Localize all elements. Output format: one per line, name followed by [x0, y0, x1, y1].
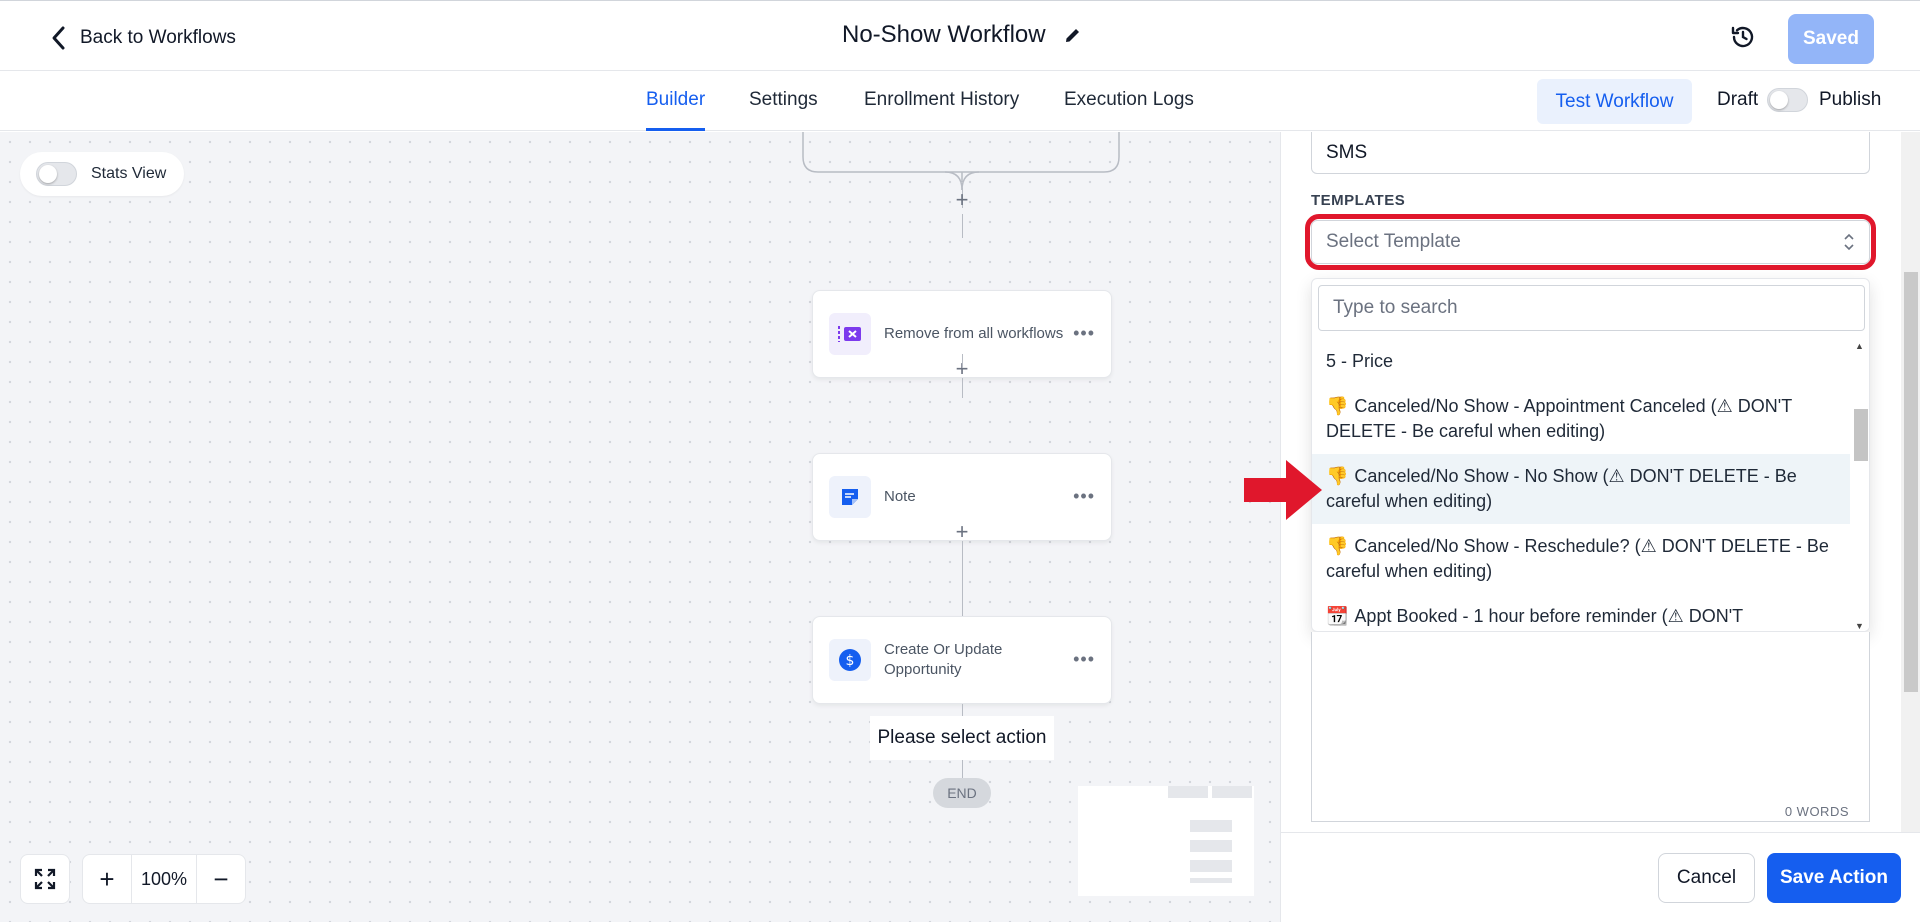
thumbs-down-icon: 👎	[1326, 396, 1349, 416]
workflow-title: No-Show Workflow	[842, 21, 1046, 48]
dollar-icon: $	[829, 639, 871, 681]
cancel-button[interactable]: Cancel	[1658, 853, 1755, 903]
expand-icon	[34, 868, 56, 890]
panel-scrollbar[interactable]	[1901, 132, 1920, 832]
template-option-highlighted[interactable]: 👎 Canceled/No Show - No Show (⚠ DON'T DEL…	[1312, 454, 1850, 524]
fit-view-button[interactable]	[20, 854, 70, 904]
toggle-knob	[39, 165, 57, 183]
action-settings-panel: SMS TEMPLATES Select Template Type to se…	[1280, 132, 1920, 922]
word-count: 0 WORDS	[1784, 804, 1849, 819]
minimap[interactable]	[1078, 786, 1254, 896]
annotation-arrow-icon	[1244, 460, 1322, 520]
zoom-controls: + 100% −	[20, 854, 246, 904]
template-search-input[interactable]: Type to search	[1318, 285, 1865, 331]
scroll-up-icon[interactable]: ▲	[1855, 341, 1864, 351]
tab-bar: Builder Settings Enrollment History Exec…	[0, 71, 1920, 131]
end-marker: END	[933, 778, 991, 808]
connector-line	[962, 541, 963, 616]
back-to-workflows-link[interactable]: Back to Workflows	[48, 25, 236, 51]
template-option[interactable]: 👎 Canceled/No Show - Reschedule? (⚠ DON'T…	[1312, 524, 1850, 594]
more-options-icon[interactable]: •••	[1073, 649, 1095, 670]
template-option[interactable]: 👎 Canceled/No Show - Appointment Canceled…	[1312, 384, 1850, 454]
node-label: Note	[884, 488, 916, 505]
templates-label: TEMPLATES	[1311, 192, 1406, 209]
option-text: 5 - Price	[1326, 351, 1394, 371]
tab-builder[interactable]: Builder	[646, 89, 705, 111]
minimap-block	[1190, 860, 1232, 872]
active-tab-indicator	[646, 128, 705, 131]
zoom-level: 100%	[131, 855, 197, 903]
publish-label: Publish	[1819, 89, 1882, 110]
stats-view-label: Stats View	[91, 165, 167, 182]
stats-view-toggle[interactable]: Stats View	[20, 152, 184, 196]
template-select[interactable]: Select Template	[1311, 220, 1870, 264]
option-text: Canceled/No Show - Appointment Canceled …	[1326, 396, 1792, 441]
chevron-left-icon	[52, 26, 65, 50]
workflow-canvas[interactable]: Stats View + Remove from all workflows •…	[0, 132, 1280, 922]
minus-icon: −	[213, 863, 229, 894]
template-option[interactable]: 5 - Price	[1312, 339, 1850, 384]
connector-line	[962, 214, 963, 238]
pencil-icon[interactable]	[1064, 26, 1082, 44]
select-caret-icon	[1844, 233, 1854, 251]
zoom-in-button[interactable]: +	[83, 855, 131, 903]
minimap-block	[1190, 878, 1232, 883]
top-header: Back to Workflows No-Show Workflow Saved	[0, 0, 1920, 71]
save-action-button[interactable]: Save Action	[1767, 853, 1901, 903]
tab-enrollment-history[interactable]: Enrollment History	[864, 89, 1019, 111]
channel-field[interactable]: SMS	[1311, 132, 1870, 174]
option-text: Canceled/No Show - Reschedule? (⚠ DON'T …	[1326, 536, 1829, 581]
tab-settings[interactable]: Settings	[749, 89, 818, 111]
template-select-placeholder: Select Template	[1326, 231, 1461, 252]
zoom-out-button[interactable]: −	[197, 855, 245, 903]
saved-button[interactable]: Saved	[1788, 14, 1874, 64]
node-create-or-update-opportunity[interactable]: $ Create Or Update Opportunity •••	[812, 616, 1112, 704]
plus-icon: +	[99, 863, 115, 894]
thumbs-down-icon: 👎	[1326, 466, 1349, 486]
option-text: Canceled/No Show - No Show (⚠ DON'T DELE…	[1326, 466, 1797, 511]
more-options-icon[interactable]: •••	[1073, 323, 1095, 344]
add-step-plus-icon[interactable]: +	[952, 187, 972, 213]
note-icon	[829, 476, 871, 518]
minimap-block	[1190, 820, 1232, 832]
calendar-icon: 📆	[1326, 606, 1349, 626]
back-label: Back to Workflows	[80, 27, 236, 48]
template-dropdown: Type to search 5 - Price 👎 Canceled/No Sh…	[1311, 278, 1870, 632]
minimap-block	[1212, 786, 1252, 798]
please-select-action-placeholder[interactable]: Please select action	[870, 716, 1054, 760]
svg-text:$: $	[846, 653, 855, 669]
toggle-knob	[1770, 91, 1788, 109]
node-label: Create Or Update Opportunity	[884, 641, 1003, 678]
draft-label: Draft	[1717, 89, 1759, 110]
panel-footer: Cancel Save Action	[1281, 832, 1920, 922]
remove-workflow-icon	[829, 313, 871, 355]
dropdown-scrollbar[interactable]: ▲ ▼	[1851, 339, 1869, 631]
connector-line	[962, 354, 963, 368]
template-option[interactable]: 📆 Appt Booked - 1 hour before reminder (⚠…	[1312, 594, 1850, 631]
scroll-thumb[interactable]	[1904, 272, 1918, 692]
more-options-icon[interactable]: •••	[1073, 486, 1095, 507]
tab-execution-logs[interactable]: Execution Logs	[1064, 89, 1194, 111]
minimap-block	[1190, 840, 1232, 852]
publish-toggle[interactable]	[1767, 88, 1808, 112]
template-options-list: 5 - Price 👎 Canceled/No Show - Appointmen…	[1312, 339, 1850, 631]
minimap-block	[1168, 786, 1208, 798]
stats-view-switch[interactable]	[36, 162, 77, 186]
thumbs-down-icon: 👎	[1326, 536, 1349, 556]
message-textarea[interactable]: 0 WORDS	[1311, 632, 1870, 822]
scroll-thumb[interactable]	[1854, 409, 1868, 461]
history-icon[interactable]	[1729, 23, 1757, 51]
option-text: Appt Booked - 1 hour before reminder (⚠ …	[1354, 606, 1744, 626]
workflow-title-group: No-Show Workflow	[842, 21, 1082, 49]
zoom-group: + 100% −	[82, 854, 246, 904]
scroll-down-icon[interactable]: ▼	[1855, 621, 1864, 631]
node-label: Remove from all workflows	[884, 325, 1064, 342]
test-workflow-button[interactable]: Test Workflow	[1537, 79, 1692, 124]
